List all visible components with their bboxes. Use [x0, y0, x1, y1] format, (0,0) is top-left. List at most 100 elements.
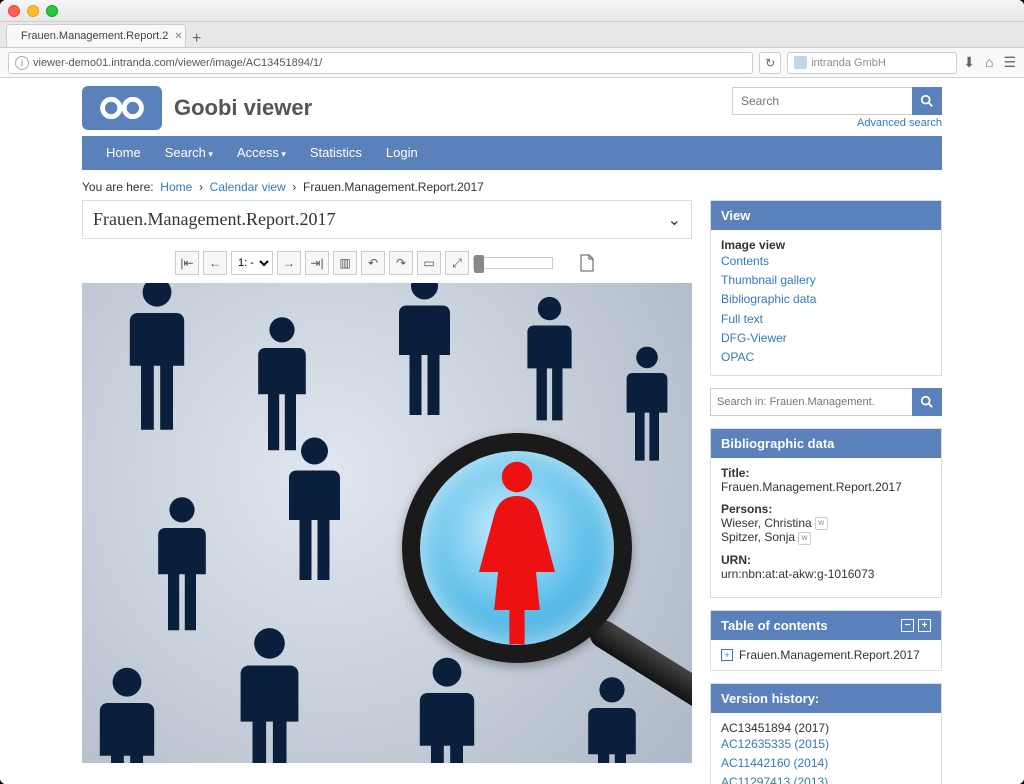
first-page-button[interactable]: |⇤ — [175, 251, 199, 275]
menu-icon[interactable]: ☰ — [1003, 54, 1016, 71]
tab-title: Frauen.Management.Report.2 — [21, 30, 168, 42]
page-select[interactable]: 1: - — [231, 251, 273, 275]
bib-persons-label: Persons: — [721, 502, 931, 516]
person-icon — [282, 433, 347, 583]
bibliographic-panel: Bibliographic data Title: Frauen.Managem… — [710, 428, 942, 598]
version-current: AC13451894 (2017) — [721, 721, 931, 735]
logo-icon — [82, 86, 162, 130]
viewer-toolbar: |⇤ ← 1: - → ⇥| ▥ ↶ ↷ ▭ ⤢ — [82, 247, 692, 283]
download-icon[interactable]: ⬇ — [963, 54, 975, 71]
site-header: Goobi viewer Advanced search — [82, 78, 942, 136]
minimize-icon[interactable] — [27, 5, 39, 17]
person-icon — [92, 663, 162, 763]
sidebar-search-input[interactable] — [710, 388, 912, 416]
crumb-prefix: You are here: — [82, 180, 154, 194]
view-link[interactable]: OPAC — [721, 348, 931, 367]
last-page-button[interactable]: ⇥| — [305, 251, 329, 275]
person-icon — [622, 343, 672, 463]
bib-title-value: Frauen.Management.Report.2017 — [721, 480, 931, 494]
crumb-calendar[interactable]: Calendar view — [210, 180, 286, 194]
url-text: viewer-demo01.intranda.com/viewer/image/… — [33, 57, 322, 69]
person-icon — [232, 623, 307, 763]
prev-page-button[interactable]: ← — [203, 251, 227, 275]
search-icon — [920, 94, 934, 108]
pdf-icon — [579, 254, 595, 272]
url-field[interactable]: i viewer-demo01.intranda.com/viewer/imag… — [8, 52, 753, 74]
view-link[interactable]: Full text — [721, 310, 931, 329]
page-content: Goobi viewer Advanced search Home Search… — [0, 78, 1024, 784]
header-search: Advanced search — [732, 87, 942, 129]
reset-button[interactable]: ▭ — [417, 251, 441, 275]
browser-tab[interactable]: Frauen.Management.Report.2 ✕ — [6, 24, 186, 47]
search-input[interactable] — [732, 87, 912, 115]
browser-search-placeholder: intranda GmbH — [811, 57, 886, 69]
breadcrumb: You are here: Home › Calendar view › Fra… — [82, 170, 942, 200]
pdf-button[interactable] — [575, 251, 599, 275]
nav-access[interactable]: Access — [225, 136, 298, 171]
browser-window: Frauen.Management.Report.2 ✕ + i viewer-… — [0, 0, 1024, 784]
browser-search-field[interactable]: intranda GmbH — [787, 52, 957, 74]
bib-urn-label: URN: — [721, 553, 931, 567]
fullscreen-button[interactable]: ⤢ — [445, 251, 469, 275]
person-icon — [252, 313, 312, 453]
toc-panel: Table of contents − + + Frauen.Managemen… — [710, 610, 942, 671]
expand-all-button[interactable]: + — [918, 619, 931, 632]
nav-statistics[interactable]: Statistics — [298, 136, 374, 170]
address-bar: i viewer-demo01.intranda.com/viewer/imag… — [0, 48, 1024, 78]
view-panel: View Image view Contents Thumbnail galle… — [710, 200, 942, 376]
wiki-icon[interactable]: w — [798, 532, 811, 545]
view-link[interactable]: Bibliographic data — [721, 290, 931, 309]
view-link[interactable]: DFG-Viewer — [721, 329, 931, 348]
rotate-right-button[interactable]: ↷ — [389, 251, 413, 275]
panel-header: View — [711, 201, 941, 230]
next-page-button[interactable]: → — [277, 251, 301, 275]
new-tab-button[interactable]: + — [192, 31, 201, 47]
search-button[interactable] — [912, 87, 942, 115]
expand-icon[interactable]: + — [721, 649, 733, 661]
sidebar: View Image view Contents Thumbnail galle… — [710, 200, 942, 784]
home-icon[interactable]: ⌂ — [985, 54, 993, 71]
sidebar-search — [710, 388, 942, 416]
close-icon[interactable] — [8, 5, 20, 17]
view-current: Image view — [721, 238, 785, 252]
chevron-down-icon[interactable]: ⌄ — [668, 210, 681, 230]
version-link[interactable]: AC12635335 (2015) — [721, 735, 931, 754]
nav-search[interactable]: Search — [153, 136, 225, 171]
bib-title-label: Title: — [721, 466, 931, 480]
nav-login[interactable]: Login — [374, 136, 430, 170]
window-controls — [8, 5, 58, 17]
collapse-all-button[interactable]: − — [901, 619, 914, 632]
search-engine-icon — [794, 56, 807, 69]
window-titlebar — [0, 0, 1024, 22]
versions-panel: Version history: AC13451894 (2017) AC126… — [710, 683, 942, 784]
wiki-icon[interactable]: w — [815, 517, 828, 530]
browser-tabs: Frauen.Management.Report.2 ✕ + — [0, 22, 1024, 48]
document-title-box: Frauen.Management.Report.2017 ⌄ — [82, 200, 692, 239]
zoom-slider[interactable] — [473, 257, 553, 269]
reload-button[interactable]: ↻ — [759, 52, 781, 74]
crumb-home[interactable]: Home — [160, 180, 192, 194]
nav-home[interactable]: Home — [94, 136, 153, 170]
view-link[interactable]: Contents — [721, 252, 931, 271]
image-viewport[interactable] — [82, 283, 692, 763]
bib-person: Wieser, Christinaw — [721, 516, 931, 530]
two-page-button[interactable]: ▥ — [333, 251, 357, 275]
version-link[interactable]: AC11297413 (2013) — [721, 773, 931, 784]
person-icon — [522, 293, 577, 423]
maximize-icon[interactable] — [46, 5, 58, 17]
crumb-current: Frauen.Management.Report.2017 — [303, 180, 484, 194]
sidebar-search-button[interactable] — [912, 388, 942, 416]
advanced-search-link[interactable]: Advanced search — [857, 117, 942, 129]
version-link[interactable]: AC11442160 (2014) — [721, 754, 931, 773]
rotate-left-button[interactable]: ↶ — [361, 251, 385, 275]
person-icon — [152, 493, 212, 633]
brand[interactable]: Goobi viewer — [82, 86, 312, 130]
main-nav: Home Search Access Statistics Login — [82, 136, 942, 170]
toc-item[interactable]: + Frauen.Management.Report.2017 — [721, 648, 931, 662]
tab-close-icon[interactable]: ✕ — [174, 31, 182, 42]
person-icon — [122, 283, 192, 433]
info-icon[interactable]: i — [15, 56, 29, 70]
main-column: Frauen.Management.Report.2017 ⌄ |⇤ ← 1: … — [82, 200, 692, 784]
view-link[interactable]: Thumbnail gallery — [721, 271, 931, 290]
search-icon — [920, 395, 934, 409]
